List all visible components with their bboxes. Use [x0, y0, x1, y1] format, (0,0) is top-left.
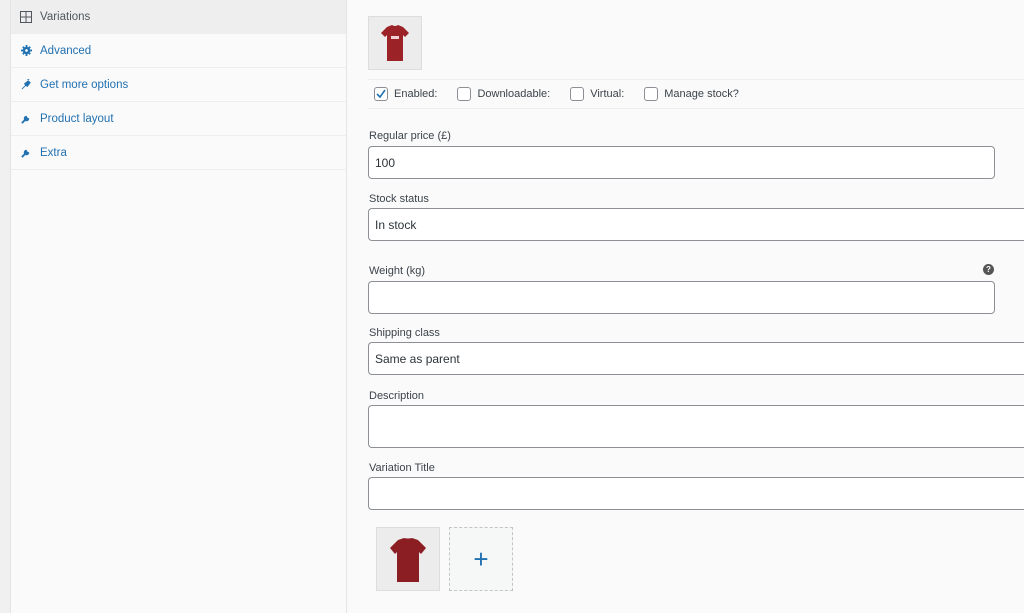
plus-icon: +	[473, 543, 489, 574]
gallery-image[interactable]	[376, 527, 440, 591]
regular-price-input[interactable]: 100	[368, 146, 995, 179]
plug-icon	[20, 79, 32, 91]
variation-title-input[interactable]	[368, 477, 1024, 510]
left-edge	[0, 0, 11, 613]
regular-price-label: Regular price (£)	[369, 130, 451, 142]
downloadable-option[interactable]: Downloadable:	[457, 87, 550, 101]
tshirt-icon	[381, 25, 409, 61]
shipping-class-label: Shipping class	[369, 327, 440, 339]
tab-get-more-options[interactable]: Get more options	[11, 68, 346, 102]
stock-status-value: In stock	[375, 217, 417, 232]
stock-status-select[interactable]: In stock	[368, 208, 1024, 241]
enabled-option[interactable]: Enabled:	[374, 87, 437, 101]
variation-image[interactable]	[368, 16, 422, 70]
wrench-icon	[20, 147, 32, 159]
enabled-checkbox[interactable]	[374, 87, 388, 101]
downloadable-checkbox[interactable]	[457, 87, 472, 101]
weight-label: Weight (kg)	[369, 265, 426, 277]
downloadable-label: Downloadable:	[477, 88, 551, 100]
regular-price-value: 100	[375, 155, 396, 170]
tab-label: Extra	[40, 146, 67, 159]
tab-label: Variations	[40, 10, 91, 23]
tab-label: Advanced	[40, 44, 92, 57]
grid-icon	[20, 10, 32, 23]
virtual-option[interactable]: Virtual:	[570, 87, 624, 101]
enabled-label: Enabled:	[394, 88, 438, 100]
tab-variations[interactable]: Variations	[11, 0, 346, 34]
help-icon[interactable]: ?	[983, 264, 994, 275]
gear-icon	[20, 45, 32, 57]
shipping-class-select[interactable]: Same as parent	[368, 342, 1024, 375]
variation-panel: Enabled: Downloadable: Virtual: Manage s…	[347, 0, 1024, 613]
tab-label: Get more options	[40, 78, 129, 91]
virtual-label: Virtual:	[590, 88, 625, 100]
virtual-checkbox[interactable]	[570, 87, 585, 101]
tab-extra[interactable]: Extra	[11, 136, 346, 170]
manage-stock-option[interactable]: Manage stock?	[644, 87, 739, 101]
description-label: Description	[369, 390, 425, 402]
tab-label: Product layout	[40, 112, 114, 125]
shipping-class-value: Same as parent	[375, 351, 460, 366]
tshirt-back-icon	[390, 538, 426, 582]
tab-product-layout[interactable]: Product layout	[11, 102, 346, 136]
tab-advanced[interactable]: Advanced	[11, 34, 346, 68]
description-textarea[interactable]	[368, 405, 1024, 448]
variation-title-label: Variation Title	[369, 462, 435, 474]
stock-status-label: Stock status	[369, 193, 429, 205]
weight-input[interactable]	[368, 281, 995, 314]
product-data-tabs: Variations Advanced Get more options Pro…	[11, 0, 347, 613]
manage-stock-checkbox[interactable]	[644, 87, 659, 101]
wrench-icon	[20, 113, 32, 125]
manage-stock-label: Manage stock?	[664, 88, 739, 100]
add-gallery-image-button[interactable]: +	[449, 527, 513, 591]
variation-options: Enabled: Downloadable: Virtual: Manage s…	[368, 79, 1024, 109]
